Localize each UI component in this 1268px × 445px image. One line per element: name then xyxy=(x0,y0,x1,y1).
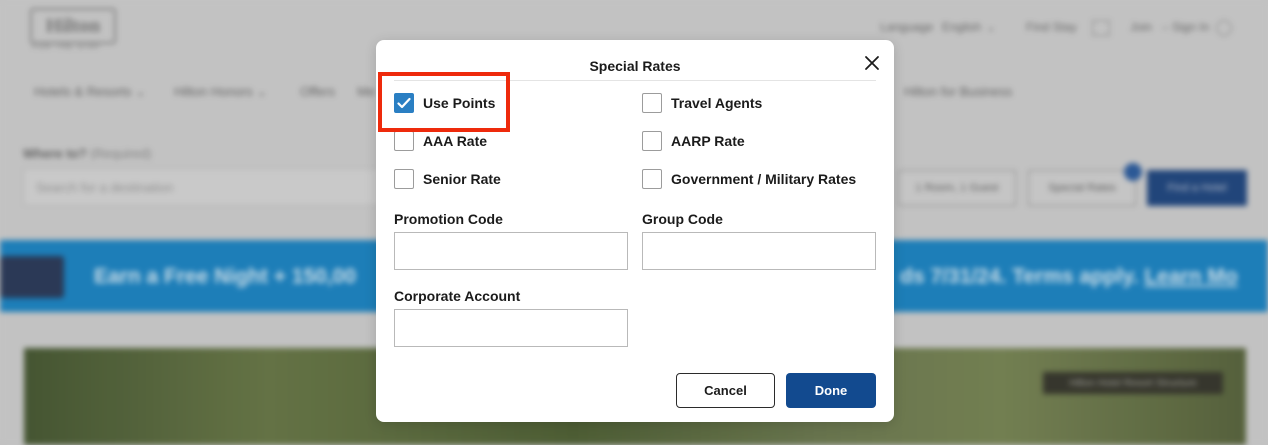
aaa-rate-checkbox[interactable] xyxy=(394,131,414,151)
use-points-label: Use Points xyxy=(423,95,496,111)
corporate-account-input[interactable] xyxy=(394,309,628,347)
promotion-code-input[interactable] xyxy=(394,232,628,270)
corporate-account-label: Corporate Account xyxy=(394,288,521,304)
senior-rate-checkbox[interactable] xyxy=(394,169,414,189)
promotion-code-label: Promotion Code xyxy=(394,211,503,227)
checkmark-icon xyxy=(397,97,411,109)
government-military-label: Government / Military Rates xyxy=(671,171,857,187)
travel-agents-option[interactable]: Travel Agents xyxy=(642,93,762,113)
aarp-rate-label: AARP Rate xyxy=(671,133,745,149)
done-button[interactable]: Done xyxy=(786,373,876,408)
aarp-rate-option[interactable]: AARP Rate xyxy=(642,131,745,151)
senior-rate-option[interactable]: Senior Rate xyxy=(394,169,501,189)
use-points-checkbox[interactable] xyxy=(394,93,414,113)
government-military-checkbox[interactable] xyxy=(642,169,662,189)
government-military-option[interactable]: Government / Military Rates xyxy=(642,169,856,189)
group-code-input[interactable] xyxy=(642,232,876,270)
use-points-option[interactable]: Use Points xyxy=(394,93,495,113)
special-rates-dialog: Special Rates Use Points Travel Agents A… xyxy=(376,40,894,422)
close-icon xyxy=(865,56,879,70)
aarp-rate-checkbox[interactable] xyxy=(642,131,662,151)
dialog-divider xyxy=(394,80,876,81)
travel-agents-checkbox[interactable] xyxy=(642,93,662,113)
senior-rate-label: Senior Rate xyxy=(423,171,501,187)
dialog-title: Special Rates xyxy=(589,58,681,74)
group-code-label: Group Code xyxy=(642,211,723,227)
close-button[interactable] xyxy=(862,53,882,73)
aaa-rate-option[interactable]: AAA Rate xyxy=(394,131,487,151)
travel-agents-label: Travel Agents xyxy=(671,95,763,111)
aaa-rate-label: AAA Rate xyxy=(423,133,488,149)
cancel-button[interactable]: Cancel xyxy=(676,373,775,408)
